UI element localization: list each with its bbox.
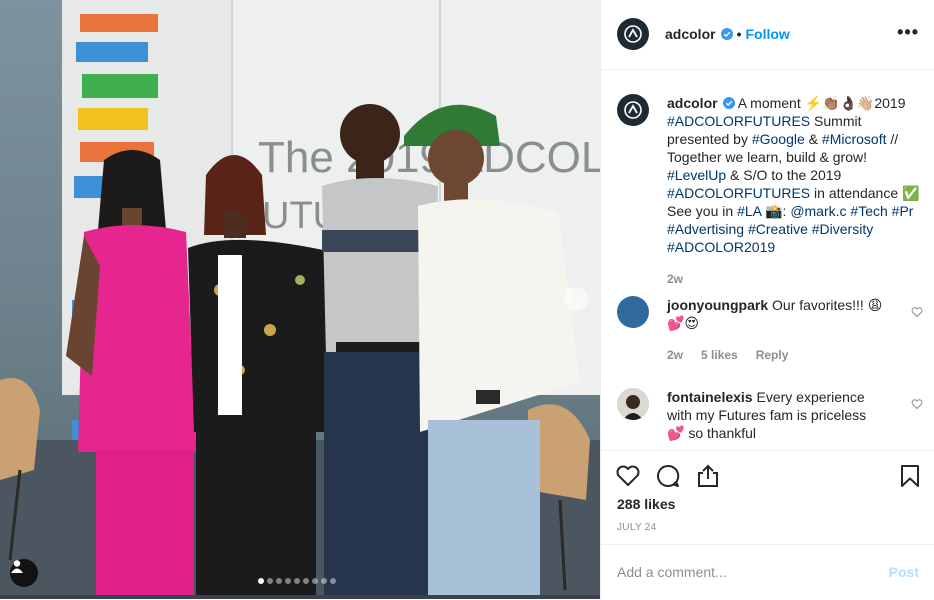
instagram-post: The 2019 ADCOL UTURES Summ <box>0 0 934 599</box>
comment-bubble-icon[interactable] <box>655 463 681 489</box>
next-photo-button[interactable] <box>564 287 588 311</box>
commenter-avatar[interactable] <box>617 388 649 420</box>
caption: adcolor A moment ⚡️👏🏽👌🏿👋🏼2019 #ADCOLORFU… <box>667 94 925 256</box>
hashtag-link[interactable]: #Tech <box>850 203 887 219</box>
caption-text: & <box>804 131 822 147</box>
carousel-indicator <box>258 578 336 584</box>
comment-username[interactable]: fontainelexis <box>667 389 753 405</box>
header-user-row: adcolor • Follow <box>665 26 790 42</box>
hashtag-link[interactable]: #Microsoft <box>822 131 887 147</box>
carousel-dot <box>294 578 300 584</box>
hashtag-link[interactable]: #ADCOLOR2019 <box>667 239 775 255</box>
hashtag-link[interactable]: #Google <box>752 131 805 147</box>
follow-button[interactable]: Follow <box>745 26 789 42</box>
account-username[interactable]: adcolor <box>665 26 716 42</box>
caption-text <box>913 203 917 219</box>
post-photo[interactable]: The 2019 ADCOL UTURES Summ <box>0 0 600 599</box>
comment-like-heart-icon[interactable] <box>911 398 923 410</box>
caption-username[interactable]: adcolor <box>667 95 718 111</box>
verified-badge-icon <box>720 28 733 40</box>
user-icon <box>11 560 23 573</box>
comment: fontainelexis Every experience with my F… <box>667 388 887 442</box>
verified-badge-icon <box>722 97 735 109</box>
hashtag-link[interactable]: #Creative <box>748 221 808 237</box>
carousel-dot <box>285 578 291 584</box>
separator: • <box>736 26 742 42</box>
adcolor-logo-icon <box>624 101 642 119</box>
hashtag-link[interactable]: @mark.c <box>790 203 846 219</box>
caption-timestamp: 2w <box>667 272 684 286</box>
post-date: JULY 24 <box>617 522 657 533</box>
account-avatar[interactable] <box>617 18 649 50</box>
hashtag-link[interactable]: #ADCOLORFUTURES <box>667 113 810 129</box>
comment: joonyoungpark Our favorites!!! 😩💕😍 <box>667 296 897 332</box>
hashtag-link[interactable]: #LevelUp <box>667 167 726 183</box>
hashtag-link[interactable]: #LA <box>737 203 761 219</box>
caption-avatar[interactable] <box>617 94 649 126</box>
caption-text <box>873 221 877 237</box>
comment-like-heart-icon[interactable] <box>911 306 923 318</box>
comment-meta: 2w 5 likes Reply <box>667 348 788 362</box>
post-sidebar: adcolor • Follow ••• adcolor A moment ⚡️… <box>600 0 934 599</box>
likes-count[interactable]: 288 likes <box>617 496 675 512</box>
hashtag-link[interactable]: #ADCOLORFUTURES <box>667 185 810 201</box>
hashtag-link[interactable]: #Diversity <box>812 221 873 237</box>
comment-likes[interactable]: 5 likes <box>701 348 738 362</box>
add-comment-bar: Add a comment... Post <box>601 544 934 600</box>
hashtag-link[interactable]: #Pr <box>892 203 914 219</box>
tagged-users-button[interactable] <box>10 559 38 587</box>
post-actions: 288 likes JULY 24 <box>601 450 934 541</box>
hashtag-link[interactable]: #Advertising <box>667 221 744 237</box>
share-icon[interactable] <box>695 463 721 489</box>
add-comment-input[interactable]: Add a comment... <box>617 564 727 580</box>
caption-text: A moment ⚡️👏🏽👌🏿👋🏼2019 <box>737 95 910 111</box>
comment-timestamp: 2w <box>667 348 684 362</box>
commenter-avatar[interactable] <box>617 296 649 328</box>
profile-photo-icon <box>617 388 649 420</box>
caption-body: A moment ⚡️👏🏽👌🏿👋🏼2019 #ADCOLORFUTURES Su… <box>667 95 923 255</box>
like-heart-icon[interactable] <box>615 463 641 489</box>
more-options-icon[interactable]: ••• <box>897 22 919 43</box>
caption-text: & S/O to the 2019 <box>726 167 846 183</box>
post-comment-button[interactable]: Post <box>889 564 919 580</box>
carousel-dot <box>330 578 336 584</box>
carousel-dot <box>303 578 309 584</box>
comment-username[interactable]: joonyoungpark <box>667 297 768 313</box>
carousel-dot <box>267 578 273 584</box>
chevron-right-icon <box>566 287 574 299</box>
adcolor-logo-icon <box>624 25 642 43</box>
caption-text: 📸: <box>761 203 791 219</box>
save-bookmark-icon[interactable] <box>897 463 923 489</box>
carousel-dot <box>258 578 264 584</box>
carousel-dot <box>276 578 282 584</box>
carousel-dot <box>321 578 327 584</box>
comments-section: adcolor A moment ⚡️👏🏽👌🏿👋🏼2019 #ADCOLORFU… <box>601 70 934 450</box>
post-header: adcolor • Follow ••• <box>601 0 934 70</box>
reply-button[interactable]: Reply <box>756 348 789 362</box>
photo-illustration: The 2019 ADCOL UTURES Summ <box>0 0 600 599</box>
carousel-dot <box>312 578 318 584</box>
